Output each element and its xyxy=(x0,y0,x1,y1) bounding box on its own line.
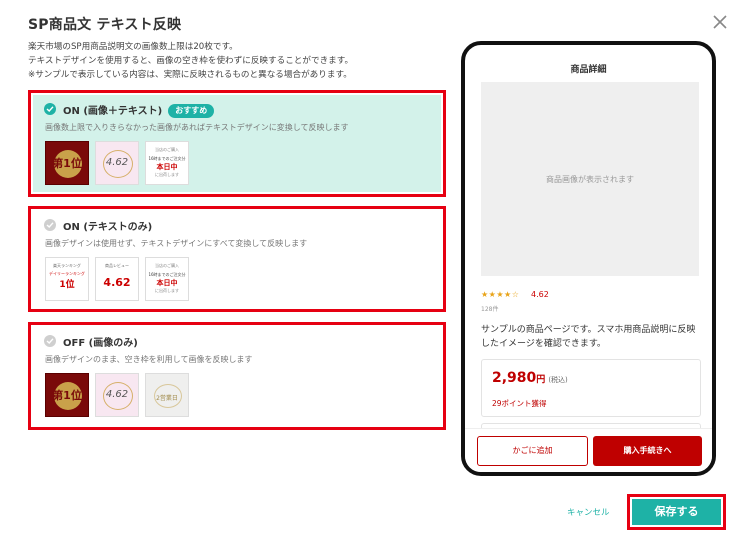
thumb-text: 商品レビュー xyxy=(105,263,129,268)
close-icon[interactable] xyxy=(710,12,730,32)
description-line: テキストデザインを使用すると、画像の空き枠を使わずに反映することができます。 xyxy=(28,56,354,66)
price-tax: (税込) xyxy=(548,376,568,384)
review-image-thumb: 4.62 xyxy=(95,373,139,417)
product-image-placeholder: 商品画像が表示されます xyxy=(481,82,699,276)
ranking-text-thumb: 楽天ランキング デイリーランキング 1位 xyxy=(45,257,89,301)
thumbnail-row: 楽天ランキング デイリーランキング 1位 商品レビュー 4.62 当店のご購入 … xyxy=(45,257,189,301)
option-title: ON (画像＋テキスト) おすすめ xyxy=(63,102,215,118)
thumb-text: 楽天ランキング xyxy=(53,263,81,268)
product-description: サンプルの商品ページです。スマホ用商品説明に反映したイメージを確認できます。 xyxy=(481,325,696,349)
points: 29ポイント獲得 xyxy=(492,399,547,408)
thumb-text: に出荷します xyxy=(155,172,179,177)
price: 2,980円 (税込) xyxy=(492,370,568,386)
shipping-text-thumb: 当店のご購入 16時までのご注文分 本日中 に出荷します xyxy=(145,257,189,301)
ranking-image-thumb: 第1位 xyxy=(45,141,89,185)
thumb-text: 本日中 xyxy=(156,163,178,171)
save-button-highlight: 保存する xyxy=(627,494,726,530)
thumb-text: 1位 xyxy=(59,280,75,290)
option-description: 画像デザインは使用せず、テキストデザインにすべて変換して反映します xyxy=(45,239,308,248)
add-to-cart-button[interactable]: かごに追加 xyxy=(477,436,588,466)
dialog-description: 楽天市場のSP用商品説明文の画像数上限は20枚です。 テキストデザインを使用する… xyxy=(28,40,448,82)
thumb-text: 本日中 xyxy=(156,279,178,287)
option-image-only[interactable]: OFF (画像のみ) 画像デザインのまま、空き枠を利用して画像を反映します 第1… xyxy=(28,322,446,430)
description-line: ※サンプルで表示している内容は、実際に反映されるものと異なる場合があります。 xyxy=(28,70,352,80)
option-title-text: ON (画像＋テキスト) xyxy=(63,106,163,117)
checkout-button[interactable]: 購入手続きへ xyxy=(593,436,702,466)
option-image-text[interactable]: ON (画像＋テキスト) おすすめ 画像数上限で入りきらなかった画像があればテキス… xyxy=(28,90,446,197)
option-title: ON (テキストのみ) xyxy=(63,222,153,233)
description-line: 楽天市場のSP用商品説明文の画像数上限は20枚です。 xyxy=(28,42,238,52)
thumb-text: 4.62 xyxy=(105,157,129,168)
shipping-image-thumb: 2営業日 xyxy=(145,373,189,417)
review-image-thumb: 4.62 xyxy=(95,141,139,185)
thumbnail-row: 第1位 4.62 2営業日 xyxy=(45,373,189,417)
thumb-text: 第1位 xyxy=(52,389,82,402)
dialog-title: SP商品文 テキスト反映 xyxy=(28,17,182,33)
image-placeholder-text: 商品画像が表示されます xyxy=(546,175,634,184)
radio-checked-icon[interactable] xyxy=(44,103,56,115)
save-button[interactable]: 保存する xyxy=(632,499,721,525)
option-text-only[interactable]: ON (テキストのみ) 画像デザインは使用せず、テキストデザインにすべて変換して… xyxy=(28,206,446,312)
review-count: 128件 xyxy=(481,306,499,313)
ranking-image-thumb: 第1位 xyxy=(45,373,89,417)
thumb-text: 4.62 xyxy=(105,389,129,400)
thumb-text: 当店のご購入 xyxy=(155,263,179,268)
preview-title: 商品詳細 xyxy=(570,65,607,75)
review-text-thumb: 商品レビュー 4.62 xyxy=(95,257,139,301)
rating-stars-icon: ★★★★☆ xyxy=(481,290,520,299)
rating-value: 4.62 xyxy=(531,290,549,299)
price-box: 2,980円 (税込) 29ポイント獲得 xyxy=(481,359,701,417)
thumb-text: 2営業日 xyxy=(156,395,178,402)
thumb-text: 第1位 xyxy=(52,157,82,170)
thumb-text: 4.62 xyxy=(103,276,131,289)
radio-icon[interactable] xyxy=(44,219,56,231)
option-title: OFF (画像のみ) xyxy=(63,338,138,349)
purchase-bar: かごに追加 購入手続きへ xyxy=(465,428,712,472)
recommended-badge: おすすめ xyxy=(168,104,215,118)
shipping-text-thumb: 当店のご購入 16時までのご注文分 本日中 に出荷します xyxy=(145,141,189,185)
radio-icon[interactable] xyxy=(44,335,56,347)
thumb-text: 当店のご購入 xyxy=(155,147,179,152)
option-description: 画像デザインのまま、空き枠を利用して画像を反映します xyxy=(45,355,253,364)
cancel-button[interactable]: キャンセル xyxy=(567,506,610,518)
phone-preview: 商品詳細 商品画像が表示されます ★★★★☆ 4.62 128件 サンプルの商品… xyxy=(461,41,716,476)
option-description: 画像数上限で入りきらなかった画像があればテキストデザインに変換して反映します xyxy=(45,123,349,132)
price-value: 2,980 xyxy=(492,370,537,386)
thumbnail-row: 第1位 4.62 当店のご購入 16時までのご注文分 本日中 に出荷します xyxy=(45,141,189,185)
thumb-text: に出荷します xyxy=(155,288,179,293)
price-unit: 円 xyxy=(536,375,546,385)
